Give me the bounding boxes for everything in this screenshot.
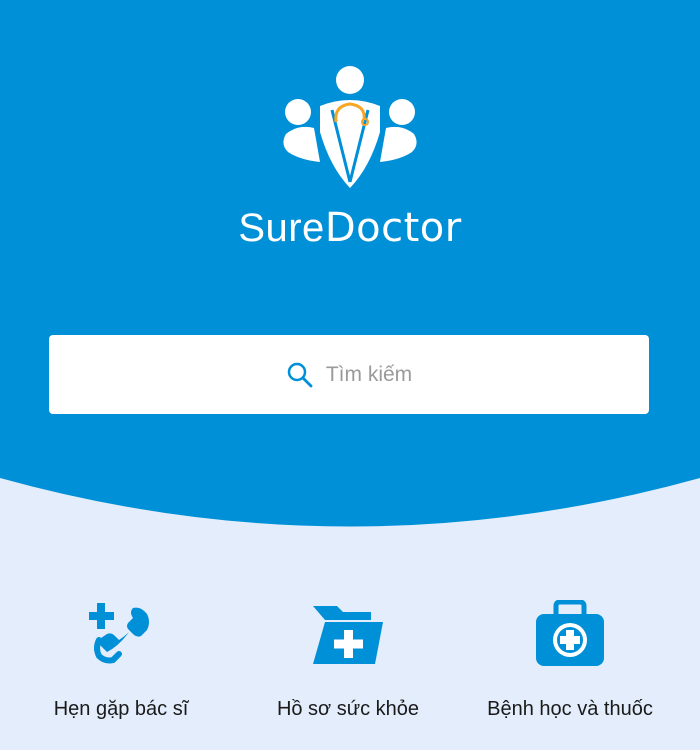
app-brand-title: SureDoctor	[0, 205, 700, 251]
health-record-label: Hồ sơ sức khỏe	[276, 698, 420, 720]
disease-medicine-label: Bệnh học và thuốc	[487, 698, 653, 720]
disease-medicine-button[interactable]: Bệnh học và thuốc	[450, 600, 690, 721]
health-record-button[interactable]: Hồ sơ sức khỏe	[228, 600, 468, 721]
folder-plus-icon	[313, 606, 383, 664]
search-input[interactable]: Tìm kiếm	[49, 335, 649, 414]
brand-part-doctor: Doctor	[324, 205, 462, 251]
search-icon	[287, 362, 313, 387]
doctor-logo-icon	[283, 66, 417, 188]
header-hero: SureDoctor Tìm kiếm	[0, 0, 700, 530]
medical-kit-icon	[536, 600, 604, 666]
phone-plus-icon	[89, 603, 149, 664]
feature-actions: Hẹn gặp bác sĩ Hồ sơ sức khỏe Bệnh học v…	[0, 600, 700, 740]
brand-part-sure: Sure	[238, 206, 325, 250]
appointment-label: Hẹn gặp bác sĩ	[53, 698, 189, 720]
appointment-button[interactable]: Hẹn gặp bác sĩ	[1, 600, 241, 721]
search-placeholder: Tìm kiếm	[325, 362, 413, 386]
